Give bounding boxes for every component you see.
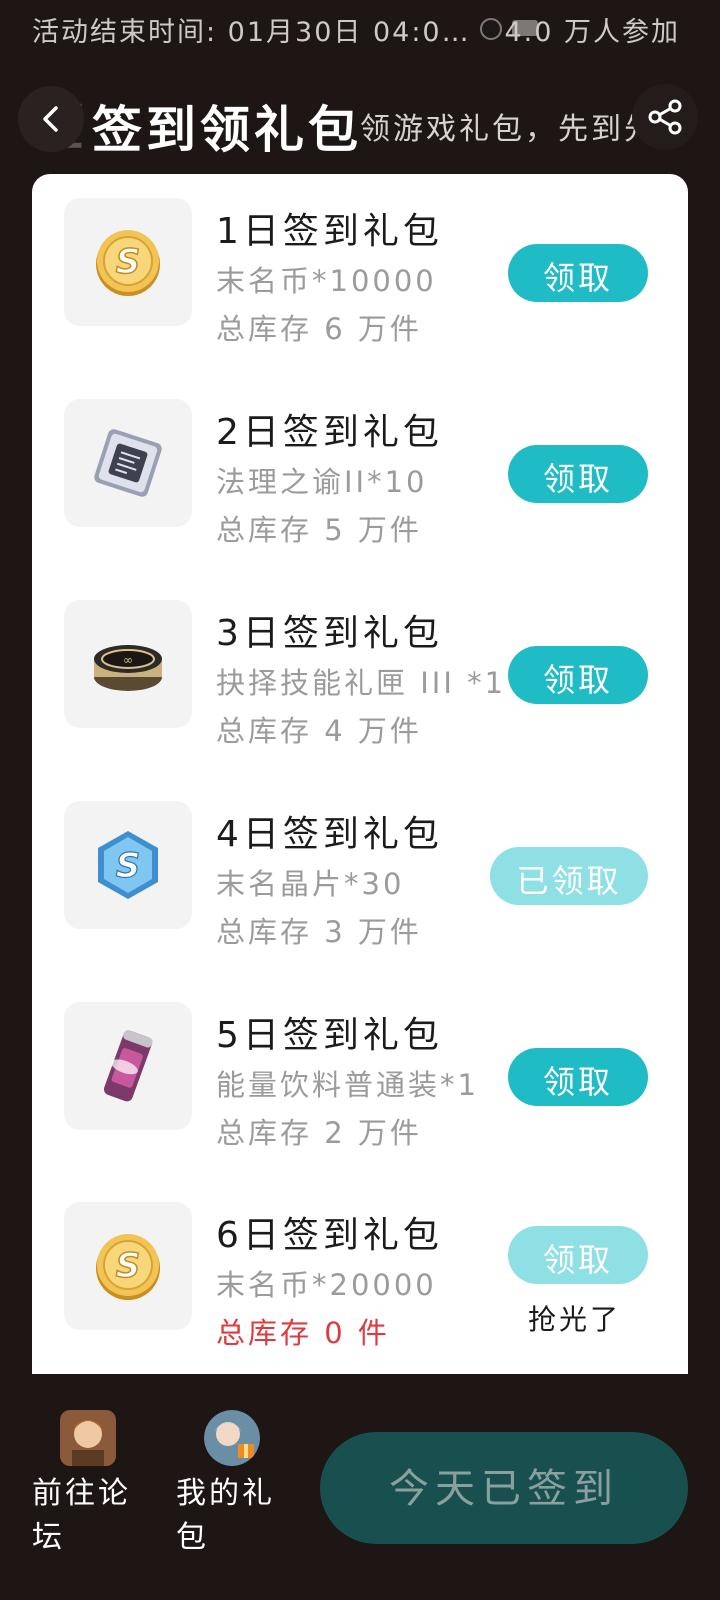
event-info-bar: 活动结束时间: 01月30日 04:0… 4.0 万人参加	[0, 0, 720, 56]
checked-in-button[interactable]: 今天已签到	[320, 1432, 688, 1544]
character-gift-icon	[204, 1410, 260, 1466]
gift-content: 末名币*10000	[216, 264, 437, 298]
gifts-avatar	[204, 1410, 260, 1466]
gift-row-day-1: S 1日签到礼包 末名币*10000 总库存 6 万件 领取	[32, 174, 688, 374]
gift-content: 末名币*20000	[216, 1268, 437, 1302]
gift-name: 4日签到礼包	[216, 814, 443, 855]
sold-out-label: 抢光了	[528, 1303, 622, 1336]
chevron-left-icon	[43, 106, 58, 132]
gift-thumbnail	[64, 1002, 192, 1130]
svg-text:S: S	[116, 1246, 141, 1286]
gift-content: 抉择技能礼匣 III *1	[216, 666, 507, 700]
page-title: 签到领礼包	[92, 101, 362, 159]
gift-name: 6日签到礼包	[216, 1215, 443, 1256]
gift-content: 能量饮料普通装*1	[216, 1068, 479, 1102]
gift-stock: 总库存 2 万件	[216, 1116, 422, 1150]
claim-button-disabled[interactable]: 领取	[508, 1226, 648, 1284]
participant-count: 4.0 万人参加	[504, 17, 680, 48]
gift-list: S 1日签到礼包 末名币*10000 总库存 6 万件 领取 2日签到礼包 法理…	[32, 174, 688, 1374]
go-to-forum-button[interactable]: 前往论坛	[32, 1410, 152, 1560]
bottom-bar: 前往论坛 我的礼包 今天已签到	[0, 1380, 720, 1600]
gift-name: 3日签到礼包	[216, 613, 443, 654]
gift-content: 法理之谕II*10	[216, 465, 428, 499]
gift-stock: 总库存 4 万件	[216, 714, 422, 748]
share-icon	[648, 99, 682, 135]
svg-text:S: S	[116, 242, 141, 282]
claim-button[interactable]: 领取	[508, 244, 648, 302]
share-button[interactable]	[632, 84, 698, 150]
gift-stock: 总库存 3 万件	[216, 915, 422, 949]
my-gifts-label: 我的礼包	[176, 1476, 275, 1555]
gift-row-day-5: 5日签到礼包 能量饮料普通装*1 总库存 2 万件 领取	[32, 978, 688, 1178]
gift-stock: 总库存 5 万件	[216, 513, 422, 547]
claim-button[interactable]: 领取	[508, 445, 648, 503]
gift-stock-empty: 总库存 0 件	[216, 1316, 390, 1350]
gold-coin-icon: S	[96, 1234, 160, 1300]
gift-thumbnail	[64, 399, 192, 527]
page-header: 签 签到领礼包 领游戏礼包，先到先得	[0, 70, 720, 170]
chip-card-icon	[94, 429, 162, 497]
gift-stock: 总库存 6 万件	[216, 312, 422, 346]
gift-row-day-4: S 4日签到礼包 末名晶片*30 总库存 3 万件 已领取	[32, 777, 688, 977]
character-portrait-icon	[60, 1410, 116, 1466]
gift-thumbnail: S	[64, 1202, 192, 1330]
gift-row-day-6: S 6日签到礼包 末名币*20000 总库存 0 件 领取 抢光了	[32, 1178, 688, 1374]
gift-thumbnail: S	[64, 198, 192, 326]
energy-can-icon	[103, 1030, 153, 1102]
gift-name: 5日签到礼包	[216, 1015, 443, 1056]
svg-text:∞: ∞	[123, 653, 133, 667]
hex-crystal-icon: S	[98, 831, 158, 899]
back-button[interactable]	[18, 86, 84, 152]
claimed-button[interactable]: 已领取	[490, 847, 648, 905]
checkin-screen: 活动结束时间: 01月30日 04:0… 4.0 万人参加 签 签到领礼包 领游…	[0, 0, 720, 1600]
alarm-icon	[480, 18, 502, 40]
event-end-time: 活动结束时间: 01月30日 04:0…	[32, 17, 471, 48]
gift-name: 2日签到礼包	[216, 412, 443, 453]
gift-content: 末名晶片*30	[216, 867, 405, 901]
claim-button[interactable]: 领取	[508, 1048, 648, 1106]
gift-thumbnail: S	[64, 801, 192, 929]
gift-row-day-2: 2日签到礼包 法理之谕II*10 总库存 5 万件 领取	[32, 375, 688, 575]
gift-row-day-3: ∞ 3日签到礼包 抉择技能礼匣 III *1 总库存 4 万件 领取	[32, 576, 688, 776]
svg-text:S: S	[116, 846, 141, 886]
forum-label: 前往论坛	[32, 1476, 131, 1555]
gift-thumbnail: ∞	[64, 600, 192, 728]
gold-coin-icon: S	[96, 230, 160, 296]
claim-button[interactable]: 领取	[508, 646, 648, 704]
gift-name: 1日签到礼包	[216, 211, 443, 252]
gift-box-icon: ∞	[94, 645, 162, 691]
page-subtitle: 领游戏礼包，先到先得	[360, 112, 650, 147]
forum-avatar	[60, 1410, 116, 1466]
my-gifts-button[interactable]: 我的礼包	[176, 1410, 296, 1560]
